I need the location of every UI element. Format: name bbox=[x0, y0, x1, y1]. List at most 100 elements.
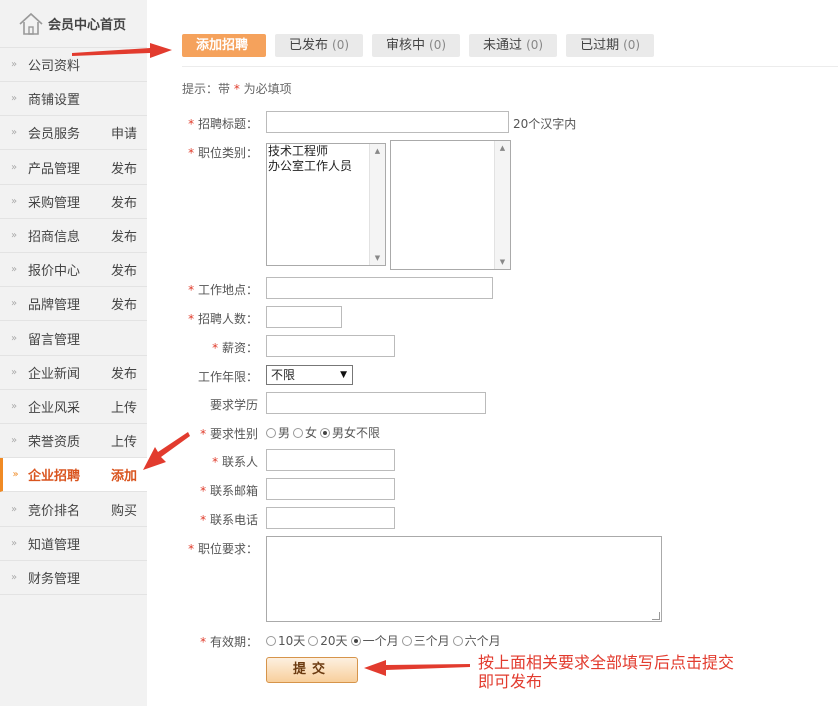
sidebar-item-action[interactable]: 申请 bbox=[111, 123, 147, 142]
sidebar-item-label: 会员服务 bbox=[28, 127, 81, 143]
submit-button[interactable]: 提交 bbox=[266, 657, 358, 683]
category-option[interactable]: 技术工程师 bbox=[267, 144, 385, 159]
subcategory-listbox[interactable]: ▲ ▼ bbox=[390, 140, 511, 270]
gender-option-female[interactable]: 女 bbox=[293, 424, 317, 441]
home-link[interactable]: 会员中心首页 bbox=[0, 0, 147, 48]
radio-checked-icon[interactable] bbox=[320, 427, 331, 438]
sidebar-item[interactable]: » 荣誉资质 上传 bbox=[0, 424, 147, 459]
chevron-right-icon: » bbox=[10, 264, 18, 276]
sidebar-item[interactable]: » 企业招聘 添加 bbox=[0, 458, 147, 493]
sidebar-item-action[interactable]: 发布 bbox=[111, 158, 147, 177]
location-input[interactable] bbox=[266, 277, 493, 299]
sidebar-item[interactable]: » 财务管理 bbox=[0, 561, 147, 595]
scroll-up-icon[interactable]: ▲ bbox=[370, 147, 385, 155]
tab-reviewing[interactable]: 审核中 (0) bbox=[372, 34, 461, 57]
radio-icon[interactable] bbox=[266, 427, 276, 438]
radio-icon[interactable] bbox=[266, 635, 276, 646]
sidebar-item-action[interactable]: 上传 bbox=[111, 431, 147, 450]
dropdown-arrow-icon: ▼ bbox=[340, 370, 347, 380]
subcategory-scrollbar[interactable]: ▲ ▼ bbox=[494, 141, 510, 269]
sidebar-item[interactable]: » 竞价排名 购买 bbox=[0, 493, 147, 527]
title-input[interactable] bbox=[266, 111, 509, 133]
radio-icon[interactable] bbox=[452, 635, 463, 646]
chevron-right-icon: » bbox=[10, 161, 18, 173]
sidebar-item-action[interactable]: 购买 bbox=[111, 500, 147, 519]
radio-icon[interactable] bbox=[293, 427, 304, 438]
sidebar-item-action[interactable]: 添加 bbox=[111, 465, 147, 484]
sidebar-item[interactable]: » 报价中心 发布 bbox=[0, 253, 147, 288]
sidebar-item-action[interactable]: 发布 bbox=[111, 294, 147, 313]
sidebar-item[interactable]: » 留言管理 bbox=[0, 322, 147, 356]
chevron-right-icon: » bbox=[10, 435, 18, 447]
tab-label: 添加招聘 bbox=[196, 38, 249, 53]
salary-input[interactable] bbox=[266, 335, 395, 357]
radio-label: 男女不限 bbox=[332, 426, 381, 440]
education-input[interactable] bbox=[266, 392, 486, 414]
validity-option-6m[interactable]: 六个月 bbox=[452, 632, 501, 649]
email-input[interactable] bbox=[266, 478, 395, 500]
validity-option-3m[interactable]: 三个月 bbox=[401, 632, 450, 649]
headcount-input[interactable] bbox=[266, 306, 342, 328]
title-note: 20个汉字内 bbox=[513, 117, 577, 131]
sidebar-item-action[interactable]: 上传 bbox=[111, 397, 147, 416]
sidebar-item-label: 留言管理 bbox=[28, 332, 81, 348]
title-label: * 招聘标题： bbox=[188, 117, 258, 131]
sidebar-item[interactable]: » 采购管理 发布 bbox=[0, 185, 147, 219]
arrow-left-icon bbox=[364, 660, 470, 676]
sidebar-item[interactable]: » 企业风采 上传 bbox=[0, 390, 147, 424]
requirements-textarea[interactable] bbox=[266, 536, 662, 622]
scroll-up-icon[interactable]: ▲ bbox=[495, 144, 510, 152]
phone-input[interactable] bbox=[266, 507, 395, 529]
chevron-right-icon: » bbox=[12, 469, 19, 481]
tab-count: (0) bbox=[332, 38, 350, 52]
sidebar-item[interactable]: » 公司资料 bbox=[0, 48, 147, 82]
tab-count: (0) bbox=[526, 38, 544, 52]
sidebar: 会员中心首页 » 公司资料» 商铺设置» 会员服务 申请» 产品管理 发布» 采购管理 发布» 招… bbox=[0, 0, 147, 706]
sidebar-item-label: 采购管理 bbox=[28, 195, 81, 211]
validity-option-1m[interactable]: 一个月 bbox=[350, 632, 399, 649]
sidebar-item[interactable]: » 知道管理 bbox=[0, 527, 147, 561]
category-listbox[interactable]: 技术工程师 办公室工作人员 ▲ ▼ bbox=[266, 143, 386, 266]
education-label: 要求学历 bbox=[209, 398, 258, 412]
sidebar-item[interactable]: » 招商信息 发布 bbox=[0, 219, 147, 253]
experience-select[interactable]: 不限 ▼ bbox=[266, 365, 353, 385]
scroll-down-icon[interactable]: ▼ bbox=[370, 254, 385, 262]
sidebar-item[interactable]: » 品牌管理 发布 bbox=[0, 287, 147, 322]
tab-label: 审核中 bbox=[386, 38, 426, 53]
sidebar-item-action[interactable]: 发布 bbox=[111, 226, 147, 245]
chevron-right-icon: » bbox=[10, 127, 18, 139]
tab-published[interactable]: 已发布 (0) bbox=[275, 34, 364, 57]
sidebar-item[interactable]: » 产品管理 发布 bbox=[0, 151, 147, 185]
category-option[interactable]: 办公室工作人员 bbox=[267, 159, 385, 174]
validity-option-20d[interactable]: 20天 bbox=[308, 632, 348, 649]
resize-handle-icon[interactable] bbox=[652, 612, 660, 620]
category-scrollbar[interactable]: ▲ ▼ bbox=[369, 144, 385, 265]
gender-option-male[interactable]: 男 bbox=[266, 424, 290, 441]
radio-icon[interactable] bbox=[401, 635, 412, 646]
tab-add-job[interactable]: 添加招聘 bbox=[182, 34, 267, 57]
sidebar-item-label: 公司资料 bbox=[28, 59, 81, 74]
gender-option-any[interactable]: 男女不限 bbox=[320, 424, 380, 441]
sidebar-item-action[interactable]: 发布 bbox=[111, 260, 147, 279]
sidebar-item[interactable]: » 会员服务 申请 bbox=[0, 116, 147, 151]
tab-bar: 添加招聘 已发布 (0) 审核中 (0) 未通过 (0) 已过期 (0) bbox=[182, 34, 655, 58]
category-label: * 职位类别： bbox=[188, 146, 258, 160]
contact-input[interactable] bbox=[266, 449, 395, 471]
sidebar-item-action[interactable]: 发布 bbox=[111, 192, 147, 211]
sidebar-item-label: 企业新闻 bbox=[28, 366, 81, 382]
phone-label: * 联系电话 bbox=[200, 513, 258, 527]
radio-checked-icon[interactable] bbox=[350, 635, 361, 646]
chevron-right-icon: » bbox=[10, 401, 18, 412]
validity-option-10d[interactable]: 10天 bbox=[266, 632, 305, 649]
tab-count: (0) bbox=[623, 38, 641, 52]
radio-label: 10天 bbox=[278, 634, 306, 648]
radio-icon[interactable] bbox=[308, 635, 319, 646]
chevron-right-icon: » bbox=[10, 503, 18, 515]
sidebar-item[interactable]: » 商铺设置 bbox=[0, 82, 147, 117]
scroll-down-icon[interactable]: ▼ bbox=[495, 258, 510, 266]
tab-expired[interactable]: 已过期 (0) bbox=[566, 34, 655, 57]
tab-rejected[interactable]: 未通过 (0) bbox=[469, 34, 558, 57]
sidebar-item-action[interactable]: 发布 bbox=[111, 363, 147, 382]
tab-label: 已发布 bbox=[289, 38, 329, 53]
sidebar-item[interactable]: » 企业新闻 发布 bbox=[0, 356, 147, 390]
